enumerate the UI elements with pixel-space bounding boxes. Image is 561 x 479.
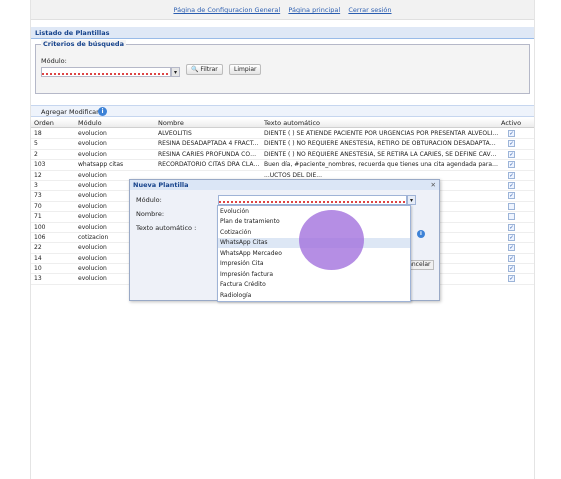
dropdown-option[interactable]: Factura Crédito [218,280,410,291]
cell-orden: 13 [34,275,42,283]
cell-texto: DIENTE ( ) SE ATIENDE PACIENTE POR URGEN… [264,130,499,137]
cell-modulo: evolucion [78,171,107,179]
cell-texto: DIENTE ( ) NO REQUIERE ANESTESIA, RETIRO… [264,140,499,148]
cell-orden: 10 [34,265,42,273]
cell-orden: 14 [34,254,42,262]
dropdown-option[interactable]: Radiología [218,290,410,301]
close-icon[interactable]: ✕ [431,181,436,189]
filter-icon: 🔍 [191,66,199,73]
touch-cursor-indicator [299,210,364,270]
active-checkbox[interactable]: ✓ [508,233,515,241]
search-criteria-legend: Criterios de búsqueda [41,40,126,48]
cell-nombre: RESINA CARIES PROFUNDA CON ... [158,150,260,158]
grid-header: Orden Módulo Nombre Texto automático Act… [31,118,534,128]
cell-texto: DIENTE ( ) NO REQUIERE ANESTESIA, SE RET… [264,150,499,158]
active-checkbox[interactable]: ✓ [508,150,515,158]
active-checkbox[interactable]: ✓ [508,161,515,169]
column-header-nombre[interactable]: Nombre [158,119,184,127]
active-checkbox[interactable]: ✓ [508,223,515,231]
cell-orden: 22 [34,244,42,252]
home-link[interactable]: Página principal [288,6,340,14]
grid-toolbar: Agregar Modificar i [31,105,534,117]
help-icon[interactable]: i [98,107,107,116]
active-checkbox[interactable]: ✓ [508,181,515,189]
cell-nombre: RESINA DESADAPTADA 4 FRACT... [158,140,259,148]
active-checkbox[interactable]: ✓ [508,140,515,148]
active-checkbox[interactable]: ✓ [508,171,515,179]
modulo-filter-input[interactable] [41,67,171,77]
cell-nombre: RECORDATORIO CITAS DRA CLAU... [158,161,260,169]
column-header-modulo[interactable]: Módulo [78,119,102,127]
logout-link[interactable]: Cerrar sesión [348,6,391,14]
cell-modulo: evolucion [78,140,107,148]
dialog-texto-label: Texto automático : [136,224,197,232]
cell-texto: ...UCTOS DEL DIE... [264,171,322,179]
cell-orden: 106 [34,233,46,241]
active-checkbox[interactable] [508,202,515,210]
active-checkbox[interactable]: ✓ [508,130,515,137]
table-row[interactable]: 18 evolucion ALVEOLITIS DIENTE ( ) SE ATIEN… [31,129,534,140]
cell-modulo: evolucion [78,150,107,158]
top-navigation: Página de Configuracion General Página p… [31,0,534,20]
active-checkbox[interactable]: ✓ [508,244,515,252]
edit-button[interactable]: Modificar [69,108,99,116]
active-checkbox[interactable]: ✓ [508,192,515,200]
column-header-activo[interactable]: Activo [501,119,521,127]
cell-orden: 2 [34,150,38,158]
dialog-modulo-input[interactable] [218,195,407,205]
cell-orden: 3 [34,181,38,189]
cell-modulo: evolucion [78,130,107,137]
cell-orden: 70 [34,202,42,210]
cell-nombre: ALVEOLITIS [158,130,192,137]
search-criteria-fieldset: Criterios de búsqueda Módulo: ▾ 🔍 Filtra… [35,40,530,94]
add-button[interactable]: Agregar [41,108,67,116]
cell-orden: 18 [34,130,42,137]
cell-orden: 5 [34,140,38,148]
dialog-modulo-dropdown-trigger[interactable]: ▾ [407,195,416,205]
filter-button[interactable]: 🔍 Filtrar [186,64,223,75]
cell-orden: 71 [34,213,42,221]
invalid-underline [219,201,406,203]
cell-texto: Buen día, #paciente_nombres, recuerda qu… [264,161,499,169]
clear-button[interactable]: Limpiar [229,64,262,75]
dialog-title: Nueva Plantilla [130,180,439,190]
active-checkbox[interactable]: ✓ [508,275,515,283]
dialog-nombre-label: Nombre: [136,210,165,218]
table-row[interactable]: 2 evolucion RESINA CARIES PROFUNDA CON ...… [31,150,534,161]
active-checkbox[interactable]: ✓ [508,265,515,273]
filter-button-label: Filtrar [200,66,218,73]
cell-modulo: whatsapp citas [78,161,124,169]
cell-orden: 73 [34,192,42,200]
cell-orden: 12 [34,171,42,179]
active-checkbox[interactable] [508,213,515,221]
config-link[interactable]: Página de Configuracion General [173,6,280,14]
column-header-orden[interactable]: Orden [34,119,54,127]
modulo-label: Módulo: [41,57,67,65]
dropdown-option[interactable]: Impresión factura [218,269,410,280]
table-row[interactable]: 103 whatsapp citas RECORDATORIO CITAS DRA … [31,160,534,171]
active-checkbox[interactable]: ✓ [508,254,515,262]
info-icon[interactable]: i [417,230,425,238]
invalid-underline [42,73,170,75]
dialog-modulo-label: Módulo: [136,196,162,204]
panel-title: Listado de Plantillas [31,27,534,39]
table-row[interactable]: 5 evolucion RESINA DESADAPTADA 4 FRACT... D… [31,139,534,150]
column-header-texto[interactable]: Texto automático [264,119,320,127]
modulo-dropdown-trigger[interactable]: ▾ [171,67,180,77]
cell-orden: 103 [34,161,46,169]
cell-orden: 100 [34,223,46,231]
